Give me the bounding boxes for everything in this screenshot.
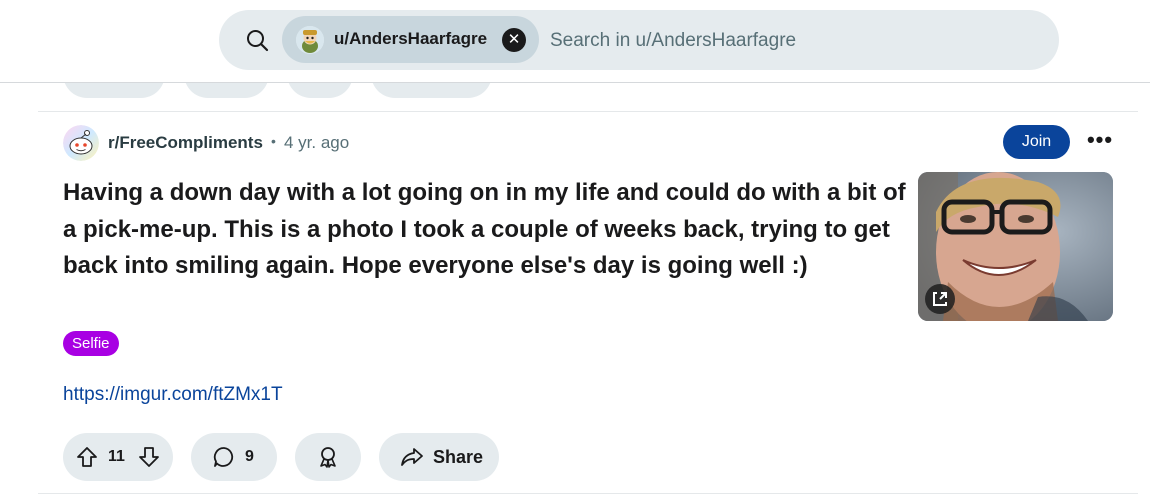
search-icon[interactable]: [245, 28, 269, 52]
search-scope-chip[interactable]: u/AndersHaarfagre ✕: [282, 16, 539, 63]
user-avatar: [296, 26, 324, 54]
post-link[interactable]: https://imgur.com/ftZMx1T: [63, 384, 283, 406]
vote-count: 11: [108, 448, 125, 465]
subreddit-icon[interactable]: [63, 125, 99, 161]
vote-pill: 11: [63, 433, 173, 481]
search-bar[interactable]: u/AndersHaarfagre ✕ Search in u/AndersHa…: [219, 10, 1059, 70]
meta-separator: •: [271, 133, 276, 149]
award-button[interactable]: [295, 433, 361, 481]
header: u/AndersHaarfagre ✕ Search in u/AndersHa…: [0, 0, 1150, 83]
post-divider: [38, 111, 1138, 112]
upvote-icon[interactable]: [75, 445, 99, 469]
post-age: 4 yr. ago: [284, 133, 350, 152]
comment-count: 9: [245, 448, 254, 465]
share-icon: [401, 448, 423, 466]
comments-button[interactable]: 9: [191, 433, 277, 481]
post-divider-bottom: [38, 493, 1138, 494]
post-flair[interactable]: Selfie: [63, 331, 119, 356]
join-button[interactable]: Join: [1003, 125, 1070, 159]
share-button[interactable]: Share: [379, 433, 499, 481]
post-title[interactable]: Having a down day with a lot going on in…: [63, 175, 913, 285]
search-scope-label: u/AndersHaarfagre: [334, 29, 488, 48]
comment-icon: [213, 447, 234, 467]
search-input[interactable]: Search in u/AndersHaarfagre: [550, 30, 796, 52]
close-icon[interactable]: ✕: [502, 28, 526, 52]
share-label: Share: [433, 447, 484, 467]
subreddit-name[interactable]: r/FreeCompliments: [108, 133, 263, 153]
downvote-icon[interactable]: [137, 445, 161, 469]
external-link-icon[interactable]: [925, 284, 955, 314]
more-options-button[interactable]: •••: [1084, 126, 1116, 158]
award-icon: [320, 447, 336, 468]
page: u/AndersHaarfagre ✕ Search in u/AndersHa…: [0, 0, 1150, 499]
